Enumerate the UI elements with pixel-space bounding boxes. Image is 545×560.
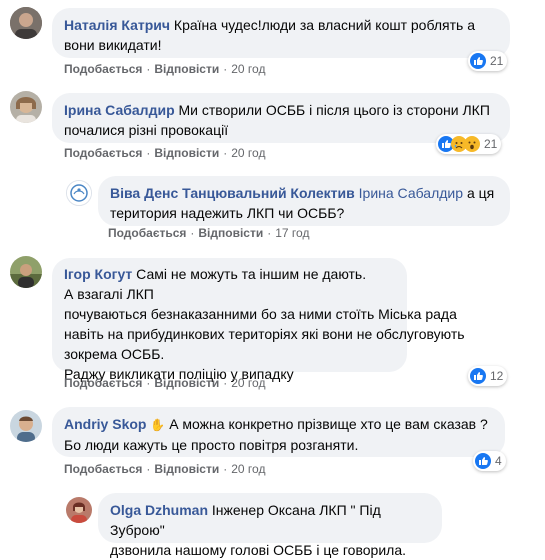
- comment-text: а ця: [466, 185, 495, 201]
- comment-text: Ми створили ОСББ і після цього із сторон…: [178, 102, 490, 118]
- comment-text: вони викидати!: [64, 37, 162, 53]
- reaction-summary[interactable]: 21: [468, 51, 508, 71]
- reply-link[interactable]: Відповісти: [154, 146, 219, 160]
- reply-link[interactable]: Відповісти: [154, 462, 219, 476]
- reaction-count: 12: [490, 369, 504, 383]
- like-icon: [470, 368, 486, 384]
- timestamp[interactable]: 20 год: [231, 376, 265, 390]
- avatar[interactable]: [10, 410, 42, 442]
- comment-author[interactable]: Ігор Когут: [64, 266, 132, 282]
- like-link[interactable]: Подобається: [108, 226, 186, 240]
- comment-text: навіть на прибудинкових територіях які в…: [64, 326, 465, 342]
- wow-icon: [464, 136, 480, 152]
- reaction-count: 21: [490, 54, 504, 68]
- comment-text: Самі не можуть та іншим не дають.: [136, 266, 367, 282]
- comment-bubble: Ігор Когут Самі не можуть та іншим не да…: [52, 258, 465, 382]
- reaction-count: 21: [484, 137, 498, 151]
- comment-actions: Подобається · Відповісти · 20 год: [64, 462, 266, 476]
- like-link[interactable]: Подобається: [64, 62, 142, 76]
- comment-text: Країна чудес!люди за власний кошт роблят…: [173, 17, 475, 33]
- like-link[interactable]: Подобається: [64, 462, 142, 476]
- comment-text: зокрема ОСББ.: [64, 346, 165, 362]
- comment-actions: Подобається · Відповісти · 20 год: [64, 62, 266, 76]
- timestamp[interactable]: 20 год: [231, 462, 265, 476]
- comment-author[interactable]: Ірина Сабалдир: [64, 102, 175, 118]
- avatar[interactable]: [66, 180, 92, 206]
- reply-link[interactable]: Відповісти: [154, 376, 219, 390]
- comment-text: почалися різні провокації: [64, 122, 229, 138]
- reply-link[interactable]: Відповісти: [198, 226, 263, 240]
- comment-text: дзвонила нашому голові ОСББ і це говорил…: [110, 542, 406, 558]
- comment-text: А можна конкретно прізвище хто це вам ск…: [169, 416, 488, 432]
- avatar[interactable]: [10, 91, 42, 123]
- reaction-summary[interactable]: 12: [468, 366, 508, 386]
- tagged-user[interactable]: Ірина Сабалдир: [359, 185, 463, 201]
- comment-actions: Подобається · Відповісти · 20 год: [64, 146, 266, 160]
- comment-actions: Подобається · Відповісти · 20 год: [64, 376, 266, 390]
- comment-author[interactable]: Наталія Катрич: [64, 17, 170, 33]
- like-link[interactable]: Подобається: [64, 146, 142, 160]
- comment-text: територия надежить ЛКП чи ОСББ?: [110, 205, 345, 221]
- comment-text: почуваються безнаказанними бо за ними ст…: [64, 306, 457, 322]
- avatar[interactable]: [66, 497, 92, 523]
- reaction-count: 4: [495, 454, 502, 468]
- comment-text: А взагалі ЛКП: [64, 286, 154, 302]
- reaction-summary[interactable]: 21: [436, 134, 502, 154]
- like-link[interactable]: Подобається: [64, 376, 142, 390]
- reply-link[interactable]: Відповісти: [154, 62, 219, 76]
- comment-actions: Подобається · Відповісти · 17 год: [108, 226, 310, 240]
- comment-author[interactable]: Віва Денс Танцювальний Колектив: [110, 185, 355, 201]
- avatar[interactable]: [10, 7, 42, 39]
- timestamp[interactable]: 20 год: [231, 62, 265, 76]
- comment-bubble: Віва Денс Танцювальний Колектив Ірина Са…: [98, 176, 510, 226]
- timestamp[interactable]: 17 год: [275, 226, 309, 240]
- comment-author[interactable]: Olga Dzhuman: [110, 502, 208, 518]
- comment-bubble: Наталія Катрич Країна чудес!люди за влас…: [52, 8, 510, 58]
- comment-author[interactable]: Andriy Skop: [64, 416, 146, 432]
- comment-bubble: Andriy Skop ✋ А можна конкретно прізвище…: [52, 407, 505, 457]
- timestamp[interactable]: 20 год: [231, 146, 265, 160]
- reaction-summary[interactable]: 4: [473, 451, 506, 471]
- like-icon: [475, 453, 491, 469]
- waving-hand-icon: ✋: [150, 418, 166, 432]
- comment-text: Бо люди кажуть це просто повітря розганя…: [64, 437, 359, 453]
- like-icon: [470, 53, 486, 69]
- avatar[interactable]: [10, 256, 42, 288]
- comment-bubble: Olga Dzhuman Інженер Оксана ЛКП " Під Зу…: [98, 493, 442, 558]
